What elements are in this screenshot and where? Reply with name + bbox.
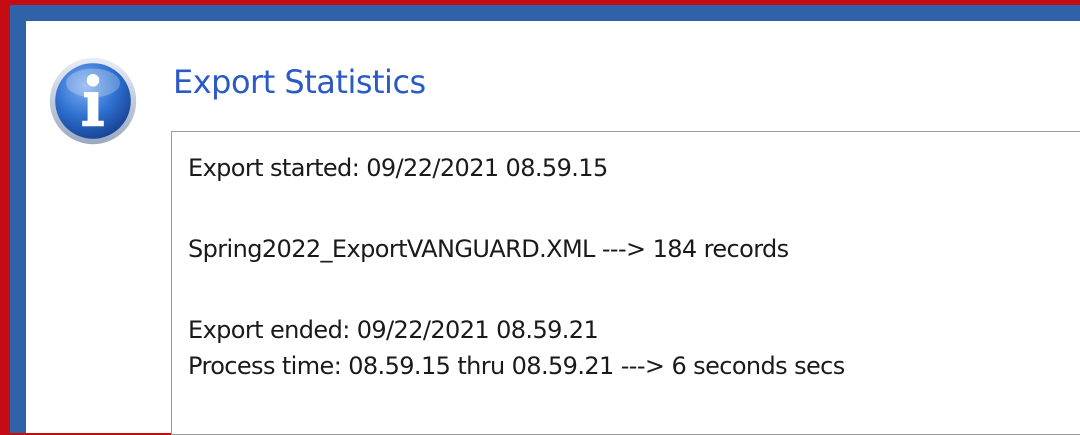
file-summary-line: Spring2022_ExportVANGUARD.XML ---> 184 r…: [188, 235, 789, 263]
export-started-line: Export started: 09/22/2021 08.59.15: [188, 154, 608, 182]
window-frame: Export Statistics Export started: 09/22/…: [0, 0, 1080, 435]
info-icon: [49, 57, 137, 145]
export-statistics-dialog: Export Statistics Export started: 09/22/…: [26, 21, 1080, 435]
dialog-title: Export Statistics: [173, 63, 426, 101]
statistics-text-box[interactable]: Export started: 09/22/2021 08.59.15 Spri…: [171, 131, 1080, 435]
process-time-line: Process time: 08.59.15 thru 08.59.21 ---…: [188, 352, 845, 380]
export-ended-line: Export ended: 09/22/2021 08.59.21: [188, 316, 599, 344]
